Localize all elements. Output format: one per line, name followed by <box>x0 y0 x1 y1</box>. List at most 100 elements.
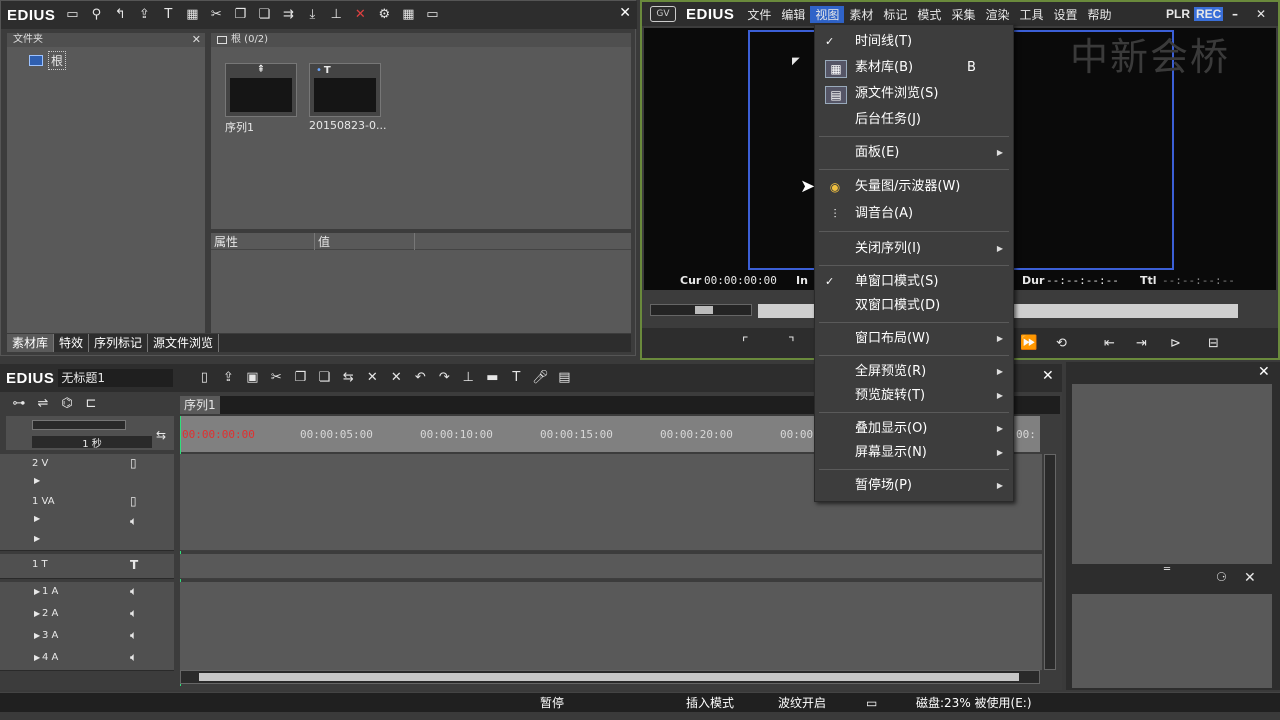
close-icon[interactable]: ✕ <box>1258 364 1270 380</box>
clip-thumbnail[interactable]: ⇞ <box>225 63 297 117</box>
render-icon[interactable]: ▤ <box>555 369 573 387</box>
track-lane-1t[interactable] <box>180 554 1042 579</box>
menu-item-dual-window[interactable]: 双窗口模式(D) <box>815 295 1013 317</box>
add-clip-icon[interactable]: ⇪ <box>135 6 153 24</box>
edit-mode-status[interactable]: 插入模式 <box>686 693 734 713</box>
match-frame-icon[interactable]: ⊳ <box>1170 336 1181 351</box>
menu-capture[interactable]: 采集 <box>946 6 980 23</box>
video-icon[interactable]: ▯ <box>130 494 137 508</box>
menu-item-timeline[interactable]: ✓ 时间线(T) <box>815 31 1013 53</box>
expand-icon[interactable]: ▶ <box>34 534 40 543</box>
overwrite-icon[interactable]: ⊥ <box>327 6 345 24</box>
delete-icon[interactable]: ✕ <box>351 6 369 24</box>
menu-edit[interactable]: 编辑 <box>776 6 810 23</box>
minimize-icon[interactable]: – <box>1232 7 1238 21</box>
loop-icon[interactable]: ⟲ <box>1056 336 1067 351</box>
paste-icon[interactable]: ❏ <box>315 369 333 387</box>
menu-item-overlay[interactable]: 叠加显示(O) ▶ <box>815 418 1013 440</box>
set-in-icon[interactable]: ⌜ <box>742 335 749 351</box>
speaker-icon[interactable]: 🔈︎ <box>130 650 137 665</box>
menu-item-background-jobs[interactable]: 后台任务(J) <box>815 109 1013 131</box>
menu-item-single-window[interactable]: ✓ 单窗口模式(S) <box>815 271 1013 293</box>
close-icon[interactable]: ✕ <box>1042 368 1054 384</box>
copy-icon[interactable]: ❐ <box>291 369 309 387</box>
group-icon[interactable]: ⌬ <box>58 395 76 413</box>
insert-icon[interactable]: ⤓ <box>303 6 321 24</box>
tab-source-browser[interactable]: 源文件浏览 <box>148 334 220 352</box>
menu-item-close-sequence[interactable]: 关闭序列(I) ▶ <box>815 238 1013 260</box>
sync-lock-icon[interactable]: ⇆ <box>156 428 166 442</box>
track-header-1t[interactable]: 1 T T <box>0 554 174 579</box>
overwrite-to-timeline-icon[interactable]: ⇥ <box>1136 336 1147 351</box>
tab-sequence[interactable]: 序列1 <box>180 396 220 414</box>
menu-item-preview-rotate[interactable]: 预览旋转(T) ▶ <box>815 385 1013 407</box>
menu-settings[interactable]: 设置 <box>1048 6 1082 23</box>
close-icon[interactable]: ✕ <box>1244 570 1256 586</box>
microphone-icon[interactable]: 🎤︎ <box>531 369 549 387</box>
close-icon[interactable]: ✕ <box>192 33 201 47</box>
close-icon[interactable]: ✕ <box>619 5 631 21</box>
slider-handle[interactable] <box>695 306 713 314</box>
track-lane-1a[interactable] <box>180 582 1042 605</box>
track-header-4a[interactable]: ▶ 4 A 🔈︎ <box>0 648 174 671</box>
zoom-slider[interactable] <box>32 420 126 430</box>
add-to-timeline-icon[interactable]: ⇉ <box>279 6 297 24</box>
shuttle-slider[interactable] <box>650 304 752 316</box>
title-icon[interactable]: T <box>130 558 138 572</box>
ripple-status[interactable]: 波纹开启 <box>778 693 826 713</box>
tab-effects[interactable]: 特效 <box>54 334 90 352</box>
set-out-icon[interactable]: ⌝ <box>788 335 795 351</box>
up-folder-icon[interactable]: ↰ <box>111 6 129 24</box>
replace-icon[interactable]: ⇆ <box>339 369 357 387</box>
menu-item-audio-mixer[interactable]: ⫶ 调音台(A) <box>815 203 1013 225</box>
transition-icon[interactable]: ▬ <box>483 369 501 387</box>
menu-item-fullscreen-preview[interactable]: 全屏预览(R) ▶ <box>815 361 1013 383</box>
properties-icon[interactable]: ⚙ <box>375 6 393 24</box>
view-icon[interactable]: ▦ <box>399 6 417 24</box>
tab-sequence-markers[interactable]: 序列标记 <box>89 334 149 352</box>
palette-icon[interactable]: ⚆ <box>1216 570 1227 584</box>
expand-icon[interactable]: ▶ <box>34 476 40 485</box>
new-icon[interactable]: ▯ <box>195 369 213 387</box>
menu-item-panels[interactable]: 面板(E) ▶ <box>815 142 1013 164</box>
track-lane-2a[interactable] <box>180 604 1042 627</box>
menu-mode[interactable]: 模式 <box>912 6 946 23</box>
speaker-icon[interactable]: 🔈︎ <box>130 584 137 599</box>
track-header-1va[interactable]: 1 VA ▯ ▶ 🔈︎ ▶ <box>0 492 174 551</box>
recorder-mode-label[interactable]: REC <box>1194 7 1224 21</box>
tab-bin[interactable]: 素材库 <box>7 334 55 352</box>
paste-icon[interactable]: ❏ <box>255 6 273 24</box>
title-icon[interactable]: T <box>507 369 525 387</box>
ripple-delete-icon[interactable]: ✕ <box>387 369 405 387</box>
player-mode-label[interactable]: PLR <box>1166 7 1190 21</box>
menu-item-window-layout[interactable]: 窗口布局(W) ▶ <box>815 328 1013 350</box>
delete-icon[interactable]: ✕ <box>363 369 381 387</box>
menu-clip[interactable]: 素材 <box>844 6 878 23</box>
expand-icon[interactable]: ▶ <box>34 609 40 618</box>
sync-icon[interactable]: ⇌ <box>34 395 52 413</box>
monitor-icon[interactable]: ▭ <box>866 693 877 713</box>
video-icon[interactable]: ▯ <box>130 456 137 470</box>
drag-handle-icon[interactable]: ═ <box>1164 564 1170 575</box>
search-icon[interactable]: ⚲ <box>87 6 105 24</box>
output-icon[interactable]: ⊟ <box>1208 336 1219 351</box>
menu-view[interactable]: 视图 <box>810 5 845 23</box>
track-header-3a[interactable]: ▶ 3 A 🔈︎ <box>0 626 174 649</box>
menu-item-bin[interactable]: ▦ 素材库(B) B <box>815 57 1013 79</box>
timescale-select[interactable]: 1 秒 <box>32 436 152 450</box>
copy-icon[interactable]: ❐ <box>231 6 249 24</box>
mode-icon[interactable]: ⊶ <box>10 395 28 413</box>
redo-icon[interactable]: ↷ <box>435 369 453 387</box>
cut-icon[interactable]: ✂ <box>207 6 225 24</box>
menu-item-pause-field[interactable]: 暂停场(P) ▶ <box>815 475 1013 497</box>
expand-icon[interactable]: ▶ <box>34 514 40 523</box>
open-icon[interactable]: ⇪ <box>219 369 237 387</box>
tree-root[interactable]: 根 <box>29 51 205 70</box>
vertical-scrollbar[interactable] <box>1044 454 1056 670</box>
clip-thumbnail[interactable]: • T <box>309 63 381 117</box>
menu-marker[interactable]: 标记 <box>878 6 912 23</box>
fast-forward-icon[interactable]: ⏩ <box>1020 335 1037 351</box>
scroll-handle[interactable] <box>199 673 1019 681</box>
menu-item-vectorscope[interactable]: ◉ 矢量图/示波器(W) <box>815 176 1013 198</box>
close-icon[interactable]: ✕ <box>1256 7 1266 21</box>
